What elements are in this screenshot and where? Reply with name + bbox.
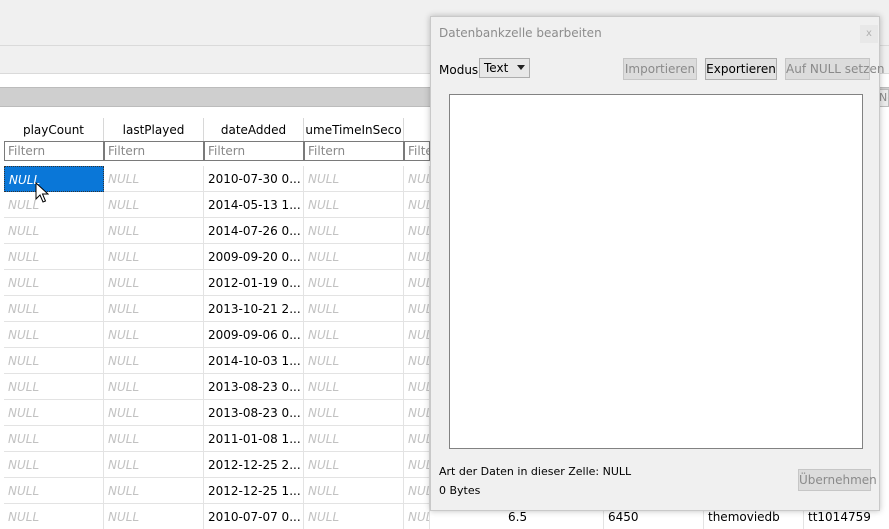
table-cell[interactable]: NULL <box>104 348 204 374</box>
column-header-umetimeinseco[interactable]: umeTimeInSeco <box>304 118 404 141</box>
data-size-label: 0 Bytes <box>439 484 481 497</box>
table-cell[interactable]: NULL <box>404 270 430 296</box>
table-cell[interactable]: NULL <box>4 426 104 452</box>
table-cell[interactable]: NULL <box>104 270 204 296</box>
table-cell[interactable]: NULL <box>104 166 204 192</box>
mode-select-value: Text <box>484 61 509 75</box>
table-cell[interactable]: NULL <box>404 296 430 322</box>
table-cell[interactable]: NULL <box>404 166 430 192</box>
table-cell[interactable]: NULL <box>404 426 430 452</box>
table-cell[interactable]: 2009-09-06 0... <box>204 322 304 348</box>
table-cell[interactable]: 2011-01-08 1... <box>204 426 304 452</box>
table-cell[interactable]: NULL <box>104 192 204 218</box>
table-cell[interactable]: NULL <box>104 218 204 244</box>
table-cell[interactable]: NULL <box>4 322 104 348</box>
table-cell[interactable]: NULL <box>104 244 204 270</box>
set-null-button[interactable]: Auf NULL setzen <box>785 58 884 80</box>
table-cell[interactable]: NULL <box>304 296 404 322</box>
table-cell[interactable]: NULL <box>104 296 204 322</box>
table-cell[interactable]: NULL <box>304 166 404 192</box>
table-cell[interactable]: NULL <box>404 374 430 400</box>
table-cell[interactable]: NULL <box>104 374 204 400</box>
table-cell[interactable]: 2012-12-25 1... <box>204 478 304 504</box>
table-cell[interactable]: NULL <box>404 244 430 270</box>
table-cell[interactable]: NULL <box>304 270 404 296</box>
filter-input-talt[interactable]: Filte <box>404 141 430 161</box>
table-cell[interactable]: NULL <box>304 192 404 218</box>
filter-input-lastplayed[interactable]: Filtern <box>104 141 204 161</box>
table-cell[interactable]: NULL <box>104 400 204 426</box>
data-type-label: Art der Daten in dieser Zelle: NULL <box>439 465 632 478</box>
table-cell[interactable]: NULL <box>304 452 404 478</box>
table-cell[interactable]: NULL <box>4 270 104 296</box>
table-cell[interactable]: 2013-08-23 0... <box>204 374 304 400</box>
table-cell[interactable]: NULL <box>4 504 104 529</box>
table-cell[interactable]: NULL <box>304 322 404 348</box>
table-cell[interactable]: 2009-09-20 0... <box>204 244 304 270</box>
table-cell[interactable]: NULL <box>104 504 204 529</box>
app-window: Ne playCountlastPlayeddateAddedumeTimeIn… <box>0 0 889 529</box>
filter-input-dateadded[interactable]: Filtern <box>204 141 304 161</box>
table-cell[interactable]: 2013-10-21 2... <box>204 296 304 322</box>
table-cell[interactable]: NULL <box>104 426 204 452</box>
table-cell[interactable]: 2010-07-07 0... <box>204 504 304 529</box>
table-cell[interactable]: 2014-07-26 0... <box>204 218 304 244</box>
table-cell[interactable]: NULL <box>4 374 104 400</box>
table-cell[interactable]: NULL <box>404 504 430 529</box>
table-cell[interactable]: 2012-12-25 2... <box>204 452 304 478</box>
table-cell[interactable]: NULL <box>4 192 104 218</box>
column-header-playcount[interactable]: playCount <box>4 118 104 141</box>
table-cell[interactable]: NULL <box>4 452 104 478</box>
edit-cell-dialog: Datenbankzelle bearbeiten x Modus: Text … <box>430 16 884 511</box>
table-cell[interactable]: NULL <box>304 400 404 426</box>
mode-select[interactable]: Text <box>479 58 530 78</box>
selected-cell[interactable]: NULL <box>4 166 104 192</box>
table-cell[interactable]: NULL <box>304 348 404 374</box>
dialog-title: Datenbankzelle bearbeiten <box>439 26 602 40</box>
table-cell[interactable]: NULL <box>4 348 104 374</box>
filter-input-umetimeinseco[interactable]: Filtern <box>304 141 404 161</box>
table-cell[interactable]: NULL <box>404 478 430 504</box>
table-cell[interactable]: 2012-01-19 0... <box>204 270 304 296</box>
table-cell[interactable]: NULL <box>104 478 204 504</box>
table-cell[interactable]: NULL <box>404 348 430 374</box>
export-button[interactable]: Exportieren <box>705 58 777 80</box>
table-cell[interactable]: NULL <box>304 374 404 400</box>
chevron-down-icon <box>517 65 525 70</box>
table-cell[interactable]: 2014-05-13 1... <box>204 192 304 218</box>
table-cell[interactable]: NULL <box>304 426 404 452</box>
table-cell[interactable]: NULL <box>404 452 430 478</box>
table-cell[interactable]: NULL <box>4 296 104 322</box>
table-cell[interactable]: NULL <box>4 244 104 270</box>
import-button[interactable]: Importieren <box>623 58 697 80</box>
table-cell[interactable]: NULL <box>4 478 104 504</box>
cell-editor-textarea[interactable] <box>449 94 863 449</box>
table-cell[interactable]: NULL <box>404 322 430 348</box>
mode-label: Modus: <box>439 63 483 77</box>
table-cell[interactable]: 2014-10-03 1... <box>204 348 304 374</box>
table-cell[interactable]: NULL <box>404 400 430 426</box>
table-cell[interactable]: 2010-07-30 0... <box>204 166 304 192</box>
table-cell[interactable]: NULL <box>404 218 430 244</box>
close-icon[interactable]: x <box>860 25 878 43</box>
table-cell[interactable]: NULL <box>304 244 404 270</box>
table-cell[interactable]: NULL <box>304 218 404 244</box>
table-cell[interactable]: NULL <box>104 322 204 348</box>
apply-button[interactable]: Übernehmen <box>798 469 877 491</box>
table-cell[interactable]: NULL <box>4 218 104 244</box>
filter-input-playcount[interactable]: Filtern <box>4 141 104 161</box>
table-cell[interactable]: NULL <box>304 478 404 504</box>
table-cell[interactable]: 2013-08-23 0... <box>204 400 304 426</box>
column-header-dateadded[interactable]: dateAdded <box>204 118 304 141</box>
table-cell[interactable]: NULL <box>104 452 204 478</box>
table-cell[interactable]: NULL <box>4 400 104 426</box>
column-header-lastplayed[interactable]: lastPlayed <box>104 118 204 141</box>
mouse-cursor-icon <box>35 182 49 203</box>
table-cell[interactable]: NULL <box>304 504 404 529</box>
table-cell[interactable]: NULL <box>404 192 430 218</box>
